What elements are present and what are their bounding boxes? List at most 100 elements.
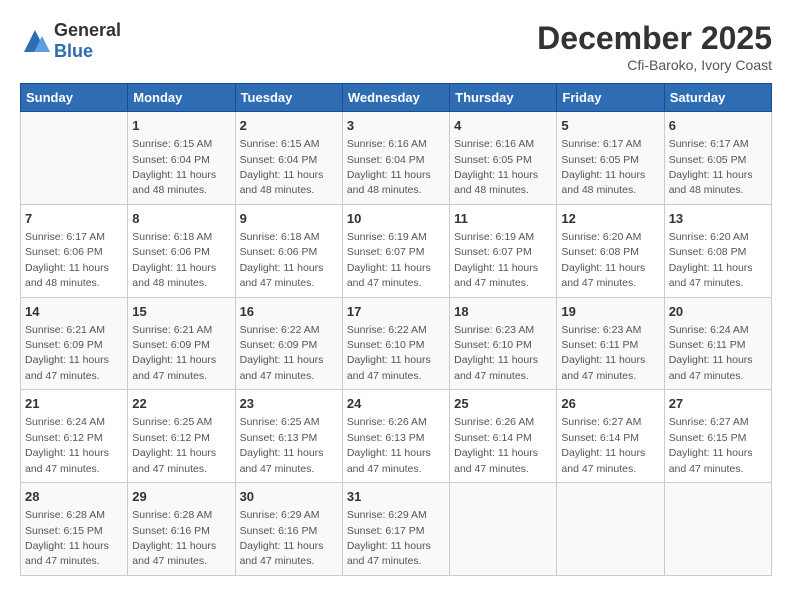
calendar-cell: 16 Sunrise: 6:22 AM Sunset: 6:09 PM Dayli… bbox=[235, 297, 342, 390]
day-number: 11 bbox=[454, 210, 552, 228]
logo-text: General Blue bbox=[54, 20, 121, 62]
day-number: 4 bbox=[454, 117, 552, 135]
day-number: 29 bbox=[132, 488, 230, 506]
calendar-cell: 24Sunrise: 6:26 AM Sunset: 6:13 PM Dayli… bbox=[342, 390, 449, 483]
day-info: Sunrise: 6:23 AM Sunset: 6:10 PM Dayligh… bbox=[454, 324, 538, 382]
day-number: 5 bbox=[561, 117, 659, 135]
calendar-cell: 19 Sunrise: 6:23 AM Sunset: 6:11 PM Dayli… bbox=[557, 297, 664, 390]
calendar-cell: 28 Sunrise: 6:28 AM Sunset: 6:15 PM Dayli… bbox=[21, 483, 128, 576]
month-title: December 2025 bbox=[537, 20, 772, 57]
calendar-header: SundayMondayTuesdayWednesdayThursdayFrid… bbox=[21, 84, 772, 112]
calendar-cell: 13 Sunrise: 6:20 AM Sunset: 6:08 PM Dayli… bbox=[664, 204, 771, 297]
day-number: 16 bbox=[240, 303, 338, 321]
day-info: Sunrise: 6:23 AM Sunset: 6:11 PM Dayligh… bbox=[561, 324, 645, 382]
calendar-body: 1 Sunrise: 6:15 AM Sunset: 6:04 PM Daylig… bbox=[21, 112, 772, 576]
calendar-cell: 2 Sunrise: 6:15 AM Sunset: 6:04 PM Daylig… bbox=[235, 112, 342, 205]
week-row-1: 1 Sunrise: 6:15 AM Sunset: 6:04 PM Daylig… bbox=[21, 112, 772, 205]
day-info: Sunrise: 6:15 AM Sunset: 6:04 PM Dayligh… bbox=[132, 138, 216, 196]
week-row-3: 14 Sunrise: 6:21 AM Sunset: 6:09 PM Dayli… bbox=[21, 297, 772, 390]
logo-blue: Blue bbox=[54, 41, 93, 61]
header-row: SundayMondayTuesdayWednesdayThursdayFrid… bbox=[21, 84, 772, 112]
calendar-cell: 17Sunrise: 6:22 AM Sunset: 6:10 PM Dayli… bbox=[342, 297, 449, 390]
day-number: 14 bbox=[25, 303, 123, 321]
logo-general: General bbox=[54, 20, 121, 40]
day-info: Sunrise: 6:20 AM Sunset: 6:08 PM Dayligh… bbox=[561, 231, 645, 289]
day-info: Sunrise: 6:24 AM Sunset: 6:11 PM Dayligh… bbox=[669, 324, 753, 382]
day-info: Sunrise: 6:27 AM Sunset: 6:14 PM Dayligh… bbox=[561, 416, 645, 474]
day-number: 7 bbox=[25, 210, 123, 228]
calendar-cell: 18Sunrise: 6:23 AM Sunset: 6:10 PM Dayli… bbox=[450, 297, 557, 390]
header-day-saturday: Saturday bbox=[664, 84, 771, 112]
week-row-5: 28 Sunrise: 6:28 AM Sunset: 6:15 PM Dayli… bbox=[21, 483, 772, 576]
logo: General Blue bbox=[20, 20, 121, 62]
day-number: 2 bbox=[240, 117, 338, 135]
calendar-cell: 1 Sunrise: 6:15 AM Sunset: 6:04 PM Daylig… bbox=[128, 112, 235, 205]
calendar-cell: 25 Sunrise: 6:26 AM Sunset: 6:14 PM Dayli… bbox=[450, 390, 557, 483]
header-day-tuesday: Tuesday bbox=[235, 84, 342, 112]
calendar-cell: 27Sunrise: 6:27 AM Sunset: 6:15 PM Dayli… bbox=[664, 390, 771, 483]
calendar-cell: 9Sunrise: 6:18 AM Sunset: 6:06 PM Daylig… bbox=[235, 204, 342, 297]
logo-icon bbox=[20, 26, 50, 56]
day-number: 8 bbox=[132, 210, 230, 228]
day-number: 13 bbox=[669, 210, 767, 228]
day-info: Sunrise: 6:18 AM Sunset: 6:06 PM Dayligh… bbox=[132, 231, 216, 289]
day-info: Sunrise: 6:25 AM Sunset: 6:13 PM Dayligh… bbox=[240, 416, 324, 474]
calendar-cell: 11 Sunrise: 6:19 AM Sunset: 6:07 PM Dayli… bbox=[450, 204, 557, 297]
calendar-cell: 23 Sunrise: 6:25 AM Sunset: 6:13 PM Dayli… bbox=[235, 390, 342, 483]
calendar-cell bbox=[450, 483, 557, 576]
day-info: Sunrise: 6:22 AM Sunset: 6:09 PM Dayligh… bbox=[240, 324, 324, 382]
day-info: Sunrise: 6:16 AM Sunset: 6:04 PM Dayligh… bbox=[347, 138, 431, 196]
calendar-cell: 29 Sunrise: 6:28 AM Sunset: 6:16 PM Dayli… bbox=[128, 483, 235, 576]
day-info: Sunrise: 6:24 AM Sunset: 6:12 PM Dayligh… bbox=[25, 416, 109, 474]
title-block: December 2025 Cfi-Baroko, Ivory Coast bbox=[537, 20, 772, 73]
page-header: General Blue December 2025 Cfi-Baroko, I… bbox=[20, 20, 772, 73]
calendar-cell bbox=[557, 483, 664, 576]
day-number: 17 bbox=[347, 303, 445, 321]
day-number: 10 bbox=[347, 210, 445, 228]
day-info: Sunrise: 6:25 AM Sunset: 6:12 PM Dayligh… bbox=[132, 416, 216, 474]
day-info: Sunrise: 6:28 AM Sunset: 6:16 PM Dayligh… bbox=[132, 509, 216, 567]
day-info: Sunrise: 6:29 AM Sunset: 6:16 PM Dayligh… bbox=[240, 509, 324, 567]
calendar-cell: 21 Sunrise: 6:24 AM Sunset: 6:12 PM Dayli… bbox=[21, 390, 128, 483]
calendar-table: SundayMondayTuesdayWednesdayThursdayFrid… bbox=[20, 83, 772, 576]
day-info: Sunrise: 6:29 AM Sunset: 6:17 PM Dayligh… bbox=[347, 509, 431, 567]
day-number: 6 bbox=[669, 117, 767, 135]
calendar-cell: 12 Sunrise: 6:20 AM Sunset: 6:08 PM Dayli… bbox=[557, 204, 664, 297]
calendar-cell: 22 Sunrise: 6:25 AM Sunset: 6:12 PM Dayli… bbox=[128, 390, 235, 483]
header-day-wednesday: Wednesday bbox=[342, 84, 449, 112]
day-number: 23 bbox=[240, 395, 338, 413]
day-info: Sunrise: 6:20 AM Sunset: 6:08 PM Dayligh… bbox=[669, 231, 753, 289]
day-number: 28 bbox=[25, 488, 123, 506]
calendar-cell: 30 Sunrise: 6:29 AM Sunset: 6:16 PM Dayli… bbox=[235, 483, 342, 576]
day-number: 24 bbox=[347, 395, 445, 413]
day-info: Sunrise: 6:28 AM Sunset: 6:15 PM Dayligh… bbox=[25, 509, 109, 567]
header-day-sunday: Sunday bbox=[21, 84, 128, 112]
location-subtitle: Cfi-Baroko, Ivory Coast bbox=[537, 57, 772, 73]
week-row-2: 7Sunrise: 6:17 AM Sunset: 6:06 PM Daylig… bbox=[21, 204, 772, 297]
day-info: Sunrise: 6:19 AM Sunset: 6:07 PM Dayligh… bbox=[454, 231, 538, 289]
calendar-cell: 14 Sunrise: 6:21 AM Sunset: 6:09 PM Dayli… bbox=[21, 297, 128, 390]
day-number: 19 bbox=[561, 303, 659, 321]
day-number: 21 bbox=[25, 395, 123, 413]
calendar-cell: 6 Sunrise: 6:17 AM Sunset: 6:05 PM Daylig… bbox=[664, 112, 771, 205]
day-number: 30 bbox=[240, 488, 338, 506]
day-info: Sunrise: 6:17 AM Sunset: 6:05 PM Dayligh… bbox=[669, 138, 753, 196]
calendar-cell: 10 Sunrise: 6:19 AM Sunset: 6:07 PM Dayli… bbox=[342, 204, 449, 297]
calendar-cell: 15Sunrise: 6:21 AM Sunset: 6:09 PM Dayli… bbox=[128, 297, 235, 390]
day-info: Sunrise: 6:21 AM Sunset: 6:09 PM Dayligh… bbox=[25, 324, 109, 382]
calendar-cell: 7Sunrise: 6:17 AM Sunset: 6:06 PM Daylig… bbox=[21, 204, 128, 297]
day-number: 1 bbox=[132, 117, 230, 135]
day-number: 22 bbox=[132, 395, 230, 413]
day-info: Sunrise: 6:15 AM Sunset: 6:04 PM Dayligh… bbox=[240, 138, 324, 196]
header-day-friday: Friday bbox=[557, 84, 664, 112]
day-info: Sunrise: 6:26 AM Sunset: 6:14 PM Dayligh… bbox=[454, 416, 538, 474]
day-info: Sunrise: 6:16 AM Sunset: 6:05 PM Dayligh… bbox=[454, 138, 538, 196]
day-number: 12 bbox=[561, 210, 659, 228]
calendar-cell: 8 Sunrise: 6:18 AM Sunset: 6:06 PM Daylig… bbox=[128, 204, 235, 297]
day-info: Sunrise: 6:19 AM Sunset: 6:07 PM Dayligh… bbox=[347, 231, 431, 289]
day-info: Sunrise: 6:27 AM Sunset: 6:15 PM Dayligh… bbox=[669, 416, 753, 474]
calendar-cell: 3Sunrise: 6:16 AM Sunset: 6:04 PM Daylig… bbox=[342, 112, 449, 205]
day-number: 25 bbox=[454, 395, 552, 413]
calendar-cell: 20Sunrise: 6:24 AM Sunset: 6:11 PM Dayli… bbox=[664, 297, 771, 390]
header-day-monday: Monday bbox=[128, 84, 235, 112]
